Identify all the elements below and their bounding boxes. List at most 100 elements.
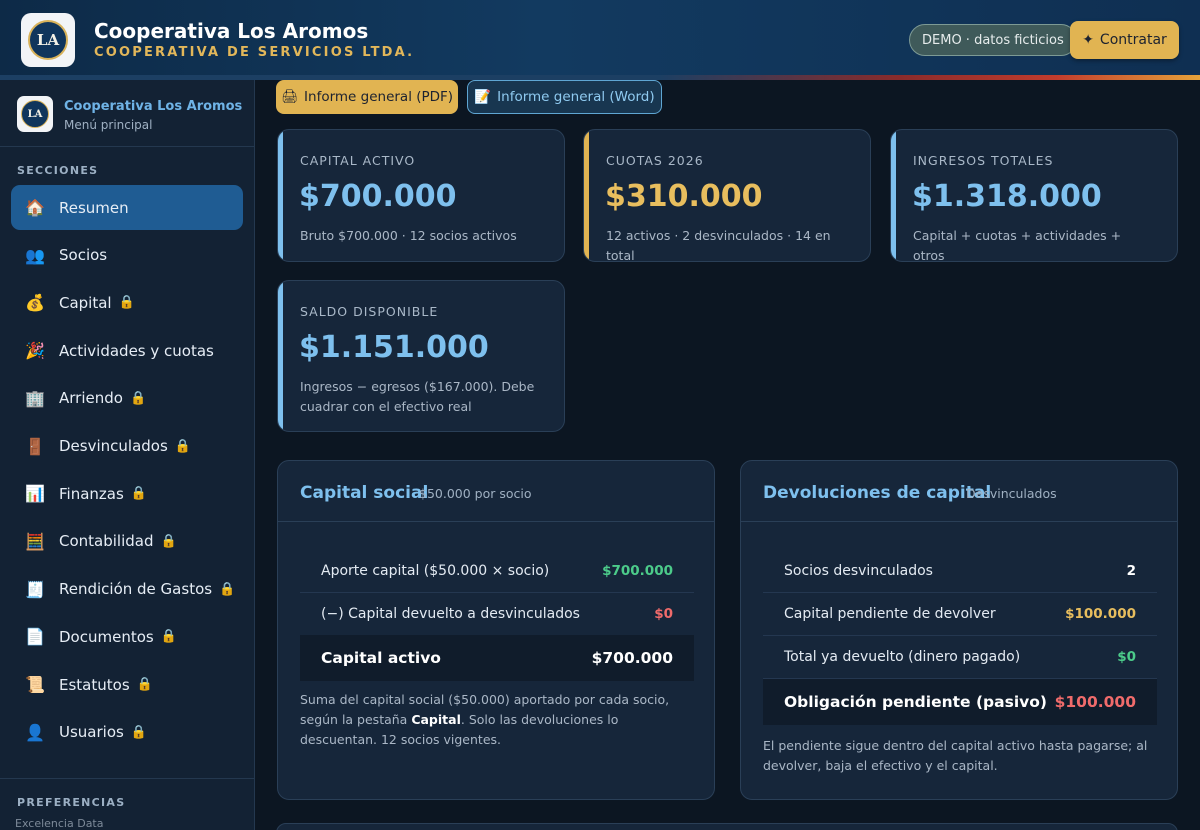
sidebar-item-finanzas[interactable]: 📊 Finanzas 🔒: [11, 471, 243, 516]
total-value: $700.000: [591, 649, 673, 667]
kpi-capital-activo: CAPITAL ACTIVO $700.000 Bruto $700.000 ·…: [277, 129, 565, 262]
kpi-value: $700.000: [299, 179, 457, 214]
sparkle-icon: ✦: [1082, 32, 1094, 48]
kpi-ingresos-totales: INGRESOS TOTALES $1.318.000 Capital + cu…: [890, 129, 1178, 262]
sidebar-header: LA Cooperativa Los Aromos Menú principal: [0, 80, 254, 147]
kpi-accent-bar: [278, 130, 283, 261]
sidebar-logo: LA: [17, 96, 53, 132]
scroll-icon: 📜: [25, 675, 45, 694]
sidebar-item-rendicion-de-gastos[interactable]: 🧾 Rendición de Gastos 🔒: [11, 567, 243, 612]
total-row: Obligación pendiente (pasivo) $100.000: [763, 679, 1157, 725]
word-report-button[interactable]: 📝 Informe general (Word): [467, 80, 662, 114]
sidebar-item-label: Documentos: [59, 627, 154, 646]
row-value: $0: [654, 605, 673, 622]
sidebar-subtitle: Menú principal: [64, 118, 153, 132]
printer-icon: 🖨: [280, 89, 299, 105]
pdf-report-label: Informe general (PDF): [304, 89, 454, 105]
total-label: Obligación pendiente (pasivo): [784, 693, 1047, 711]
document-icon: 📄: [25, 627, 45, 647]
sidebar-item-desvinculados[interactable]: 🚪 Desvinculados 🔒: [11, 424, 243, 469]
note-bold: Capital: [411, 712, 461, 727]
lock-icon: 🔒: [118, 295, 135, 311]
sidebar-item-label: Actividades y cuotas: [59, 341, 214, 360]
logo-emblem: LA: [28, 20, 68, 60]
sidebar-item-estatutos[interactable]: 📜 Estatutos 🔒: [11, 662, 243, 707]
panel-title: Devoluciones de capital: [763, 483, 992, 503]
total-row: Capital activo $700.000: [300, 635, 694, 681]
demo-badge: DEMO · datos ficticios: [909, 24, 1077, 56]
devoluciones-panel: Devoluciones de capital Desvinculados So…: [740, 460, 1178, 800]
building-icon: 🏢: [25, 388, 45, 408]
users-icon: 👥: [25, 245, 45, 265]
kpi-accent-bar: [278, 281, 283, 431]
kpi-description: Capital + cuotas + actividades + otros: [913, 228, 1122, 262]
sidebar-item-label: Estatutos: [59, 675, 130, 694]
row-label: Total ya devuelto (dinero pagado): [784, 648, 1021, 665]
sidebar-logo-emblem: LA: [21, 100, 49, 128]
kpi-label: CUOTAS 2026: [606, 153, 704, 168]
top-header: LA Cooperativa Los Aromos COOPERATIVA DE…: [0, 0, 1200, 80]
preferences-heading: PREFERENCIAS: [17, 796, 126, 809]
sidebar-item-contabilidad[interactable]: 🧮 Contabilidad 🔒: [11, 519, 243, 564]
sidebar-item-resumen[interactable]: 🏠 Resumen: [11, 185, 243, 230]
footer-credit: Excelencia Data: [15, 817, 104, 830]
kpi-description: Bruto $700.000 · 12 socios activos: [300, 228, 517, 243]
lock-icon: 🔒: [174, 438, 191, 454]
memo-icon: 📝: [474, 89, 492, 105]
sidebar-item-usuarios[interactable]: 👤 Usuarios 🔒: [11, 710, 243, 755]
lock-icon: 🔒: [130, 724, 148, 740]
kpi-saldo-disponible: SALDO DISPONIBLE $1.151.000 Ingresos − e…: [277, 280, 565, 432]
word-report-label: Informe general (Word): [497, 89, 655, 105]
sidebar-item-label: Resumen: [59, 198, 129, 217]
party-icon: 🎉: [25, 341, 45, 361]
sidebar-item-label: Arriendo: [59, 389, 123, 408]
total-value: $100.000: [1054, 693, 1136, 711]
row-value: $700.000: [602, 562, 673, 579]
row-label: (−) Capital devuelto a desvinculados: [321, 605, 580, 622]
kpi-cuotas: CUOTAS 2026 $310.000 12 activos · 2 desv…: [583, 129, 871, 262]
sidebar-title: Cooperativa Los Aromos: [64, 99, 243, 114]
panel-header: Devoluciones de capital Desvinculados: [741, 461, 1177, 522]
kpi-label: INGRESOS TOTALES: [913, 153, 1054, 168]
kpi-value: $1.318.000: [912, 179, 1102, 214]
kpi-value: $1.151.000: [299, 330, 489, 365]
panel-tag: $50.000 por socio: [419, 486, 532, 501]
panel-note: El pendiente sigue dentro del capital ac…: [763, 738, 1148, 773]
brand-subtitle: COOPERATIVA DE SERVICIOS LTDA.: [94, 45, 415, 60]
brand-logo[interactable]: LA: [21, 13, 75, 67]
abacus-icon: 🧮: [25, 531, 45, 551]
sidebar: LA Cooperativa Los Aromos Menú principal…: [0, 80, 255, 830]
home-icon: 🏠: [25, 198, 45, 217]
user-icon: 👤: [25, 722, 45, 742]
table-row: Aporte capital ($50.000 × socio) $700.00…: [300, 549, 694, 593]
sidebar-item-label: Capital: [59, 293, 112, 312]
receipt-icon: 🧾: [25, 579, 45, 599]
sidebar-divider: [0, 778, 254, 779]
sidebar-item-label: Desvinculados: [59, 437, 168, 455]
pdf-report-button[interactable]: 🖨 Informe general (PDF): [276, 80, 458, 114]
lock-icon: 🔒: [219, 581, 236, 597]
sidebar-item-capital[interactable]: 💰 Capital 🔒: [11, 280, 243, 325]
kpi-accent-bar: [891, 130, 896, 261]
lock-icon: 🔒: [130, 486, 147, 502]
kpi-description: Ingresos − egresos ($167.000). Debe cuad…: [300, 379, 535, 414]
row-label: Socios desvinculados: [784, 562, 933, 579]
sidebar-item-actividades-y-cuotas[interactable]: 🎉 Actividades y cuotas: [11, 328, 243, 373]
row-label: Capital pendiente de devolver: [784, 605, 996, 622]
panel-note: Suma del capital social ($50.000) aporta…: [300, 692, 670, 747]
capital-social-panel: Capital social $50.000 por socio Aporte …: [277, 460, 715, 800]
sidebar-item-documentos[interactable]: 📄 Documentos 🔒: [11, 614, 243, 659]
kpi-description: 12 activos · 2 desvinculados · 14 en tot…: [606, 228, 831, 262]
money-bag-icon: 💰: [25, 293, 45, 313]
table-row: Total ya devuelto (dinero pagado) $0: [763, 635, 1157, 679]
table-row: Socios desvinculados 2: [763, 549, 1157, 593]
sidebar-item-socios[interactable]: 👥 Socios: [11, 233, 243, 278]
row-label: Aporte capital ($50.000 × socio): [321, 562, 550, 579]
panel-tag: Desvinculados: [966, 486, 1057, 501]
sidebar-item-arriendo[interactable]: 🏢 Arriendo 🔒: [11, 376, 243, 421]
sidebar-item-label: Contabilidad: [59, 532, 154, 551]
table-row: Capital pendiente de devolver $100.000: [763, 592, 1157, 636]
contratar-button[interactable]: ✦ Contratar: [1070, 21, 1179, 59]
row-value: 2: [1126, 562, 1136, 579]
sidebar-item-label: Socios: [59, 246, 108, 265]
